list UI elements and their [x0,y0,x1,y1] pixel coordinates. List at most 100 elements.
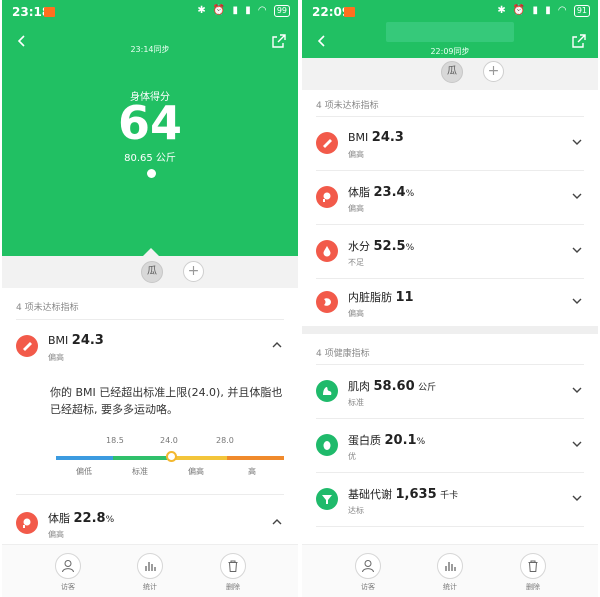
stats-icon [145,562,156,571]
metric-status: 偏高 [48,353,64,362]
metric-unit: 千卡 [440,491,459,501]
metric-value: 20.1 [384,433,417,448]
scale-category: 标准 [132,467,148,476]
sync-time: 23:14同步 [130,45,170,54]
chevron-down-icon[interactable] [572,493,582,503]
scale-tick: 28.0 [216,436,234,445]
bottom-nav: 访客 统计 删除 [2,544,298,597]
stats-button[interactable]: 统计 [430,553,470,592]
notification-icon [344,7,355,17]
metric-unit: 公斤 [418,383,437,393]
metric-status: 偏高 [348,204,364,213]
redacted-area [386,22,514,42]
metric-label: 体脂 [348,186,370,199]
metric-row-bmi[interactable]: BMI 24.3 偏高 [302,117,598,169]
user-switcher-bar: 瓜 + [302,58,598,90]
scale-tick: 24.0 [160,436,178,445]
chevron-down-icon[interactable] [572,245,582,255]
metric-row-body-fat[interactable]: 体脂 23.4% 偏高 [302,171,598,223]
share-icon[interactable] [572,34,586,48]
metric-value: 24.3 [71,333,104,348]
pointer-notch [143,248,159,256]
metric-row-visceral-fat[interactable]: 内脏脂肪 11 偏高 [302,276,598,328]
bottom-nav: 访客 统计 删除 [302,544,598,597]
chevron-down-icon[interactable] [572,296,582,306]
scale-category: 高 [248,467,256,476]
scale-segment-very-high [227,456,284,460]
status-bar: 23:18 ✱ ⏰ ▮ ▮ ◠ 99 [2,0,298,24]
section-separator [302,326,598,334]
metric-row-muscle[interactable]: 肌肉 58.60 公斤 标准 [302,365,598,417]
metric-label: 基础代谢 [348,488,392,501]
chevron-down-icon[interactable] [572,137,582,147]
scale-segment-low [56,456,113,460]
status-icons: ✱ ⏰ ▮ ▮ ◠ 99 [197,5,290,17]
battery-icon: 91 [573,5,590,17]
metric-unit: % [405,243,415,253]
metric-status: 偏高 [48,530,64,539]
visitor-button[interactable]: 访客 [348,553,388,592]
metric-value: 58.60 [373,379,415,394]
metric-value: 23.4 [373,185,406,200]
stats-button[interactable]: 统计 [130,553,170,592]
battery-icon: 99 [273,5,290,17]
body-fat-icon [316,186,338,208]
metric-value: 11 [395,290,414,305]
add-user-button[interactable]: + [483,61,504,82]
add-user-button[interactable]: + [183,261,204,282]
body-fat-icon [16,512,38,534]
user-avatar[interactable]: 瓜 [141,261,163,283]
bmi-icon [316,132,338,154]
share-icon[interactable] [272,34,286,48]
metric-label: 内脏脂肪 [348,291,392,304]
bmi-marker [166,451,177,462]
left-screen: 23:18 ✱ ⏰ ▮ ▮ ◠ 99 23:14同步 身体得分 64 80.65… [2,0,298,597]
scale-segment-normal [113,456,170,460]
scale-category: 偏低 [76,467,92,476]
chevron-up-icon[interactable] [272,340,282,350]
delete-button[interactable]: 删除 [213,553,253,592]
metric-status: 不足 [348,258,364,267]
metric-status: 达标 [348,506,364,515]
muscle-icon [316,380,338,402]
chevron-down-icon[interactable] [572,191,582,201]
metric-row-water[interactable]: 水分 52.5% 不足 [302,225,598,277]
section-title-unmet: 4 项未达标指标 [316,101,379,111]
delete-label: 删除 [526,583,540,591]
chevron-down-icon[interactable] [572,385,582,395]
metric-row-metabolism[interactable]: 基础代谢 1,635 千卡 达标 [302,473,598,525]
metric-value: 24.3 [371,130,404,145]
metric-unit: % [405,189,415,199]
divider [316,526,584,527]
bmi-description: 你的 BMI 已经超出标准上限(24.0), 并且体脂也已经超标, 要多多运动咯… [50,386,283,416]
metric-status: 偏高 [348,309,364,318]
metric-status: 标准 [348,398,364,407]
protein-icon [316,434,338,456]
status-icons: ✱ ⏰ ▮ ▮ ◠ 91 [497,5,590,17]
metric-row-protein[interactable]: 蛋白质 20.1% 优 [302,419,598,471]
scale-segment-high [170,456,227,460]
visitor-button[interactable]: 访客 [48,553,88,592]
visceral-fat-icon [316,291,338,313]
metric-row-bmi[interactable]: BMI 24.3 偏高 [2,320,298,372]
body-score: 64 [117,96,182,150]
weight-value: 80.65 公斤 [124,153,176,164]
section-title-healthy: 4 项健康指标 [316,349,370,359]
user-switcher-bar: 瓜 + [2,256,298,288]
trash-icon [228,560,238,572]
visitor-label: 访客 [361,583,375,591]
metric-value: 1,635 [395,487,437,502]
stats-icon [445,562,456,571]
user-avatar[interactable]: 瓜 [441,61,463,83]
status-bar: 22:09 ✱ ⏰ ▮ ▮ ◠ 91 [302,0,598,24]
chevron-down-icon[interactable] [572,439,582,449]
metric-label: BMI [48,334,69,347]
person-icon [362,560,374,573]
page-indicator-dot[interactable] [147,169,156,178]
metric-unit: % [105,515,115,525]
delete-button[interactable]: 删除 [513,553,553,592]
stats-label: 统计 [143,583,157,591]
metric-row-body-fat[interactable]: 体脂 22.8% 偏高 [2,497,298,549]
notification-icon [44,7,55,17]
chevron-up-icon[interactable] [272,517,282,527]
